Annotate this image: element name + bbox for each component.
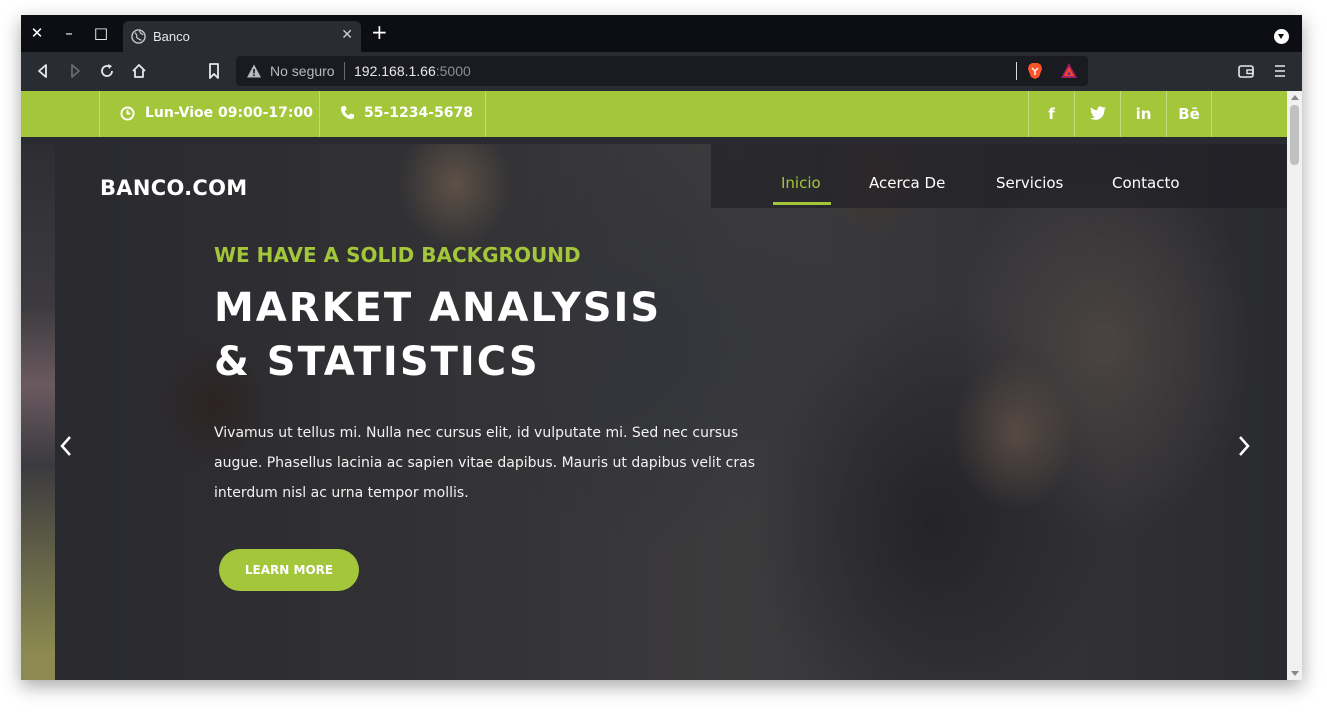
browser-window: ✕ – □ Banco ✕ + No seguro 192.168.1.66:5… [21,15,1302,680]
hours-cell: Lun-Vioe 09:00-17:00 [99,91,320,137]
page-scrollbar[interactable] [1287,91,1302,680]
plus-icon[interactable]: + [371,20,388,44]
url-text[interactable]: 192.168.1.66:5000 [354,63,471,79]
close-window-icon[interactable]: ✕ [27,23,47,43]
previous-slide-peek [21,144,55,680]
nav-acerca-de[interactable]: Acerca De [869,174,945,192]
clock-icon [120,106,135,121]
active-nav-indicator [773,202,831,205]
wallet-icon[interactable] [1236,61,1256,81]
linkedin-icon[interactable]: in [1120,91,1166,137]
url-port: :5000 [435,63,471,79]
tab-banco[interactable]: Banco ✕ [123,21,361,52]
url-divider [344,62,345,80]
phone-cell: 55-1234-5678 [320,91,486,137]
address-bar[interactable]: No seguro 192.168.1.66:5000 [236,56,1088,86]
toolbar: No seguro 192.168.1.66:5000 [21,52,1302,91]
twitter-icon[interactable] [1074,91,1120,137]
reload-icon[interactable] [97,61,117,81]
hero-body: Vivamus ut tellus mi. Nulla nec cursus e… [214,425,756,501]
tab-close-icon[interactable]: ✕ [341,27,353,43]
headline-line-1: MARKET ANALYSIS [214,285,662,331]
hero-slide-image [55,144,1287,680]
hero-headline: MARKET ANALYSIS & STATISTICS [214,281,661,389]
phone-number: 55-1234-5678 [364,105,474,121]
menu-icon[interactable] [1270,61,1290,81]
tab-bar: ✕ – □ Banco ✕ + [21,15,1302,52]
security-status: No seguro [270,63,335,79]
bat-rewards-icon[interactable] [1060,62,1078,80]
forward-icon[interactable] [65,61,85,81]
globe-icon [131,29,146,44]
facebook-icon[interactable]: f [1028,91,1074,137]
maximize-icon[interactable]: □ [91,23,111,43]
contact-topbar: Lun-Vioe 09:00-17:00 55-1234-5678 f in B… [21,91,1287,137]
url-host: 192.168.1.66 [354,63,436,79]
headline-line-2: & STATISTICS [214,339,540,385]
nav-inicio[interactable]: Inicio [781,174,821,192]
chevron-left-icon[interactable] [55,432,77,460]
chevron-right-icon[interactable] [1233,432,1255,460]
chevron-down-icon[interactable] [1274,29,1289,44]
nav-contacto[interactable]: Contacto [1112,174,1180,192]
bookmark-icon[interactable] [204,61,224,81]
brave-shield-icon[interactable] [1026,62,1044,80]
tab-title: Banco [153,29,190,44]
nav-servicios[interactable]: Servicios [996,174,1063,192]
warning-icon [247,64,261,78]
scroll-down-icon[interactable] [1291,671,1299,676]
url-divider-right [1016,62,1017,80]
phone-icon [340,105,355,120]
site-logo[interactable]: BANCO.COM [100,176,247,200]
back-icon[interactable] [33,61,53,81]
business-hours: Lun-Vioe 09:00-17:00 [145,105,313,121]
learn-more-button[interactable]: LEARN MORE [219,549,359,591]
page-viewport: Lun-Vioe 09:00-17:00 55-1234-5678 f in B… [21,91,1302,680]
minimize-icon[interactable]: – [59,23,79,43]
behance-icon[interactable]: Bē [1166,91,1212,137]
scroll-up-icon[interactable] [1291,95,1299,100]
scroll-thumb[interactable] [1290,105,1299,165]
hero-kicker: WE HAVE A SOLID BACKGROUND [214,243,581,267]
home-icon[interactable] [129,61,149,81]
